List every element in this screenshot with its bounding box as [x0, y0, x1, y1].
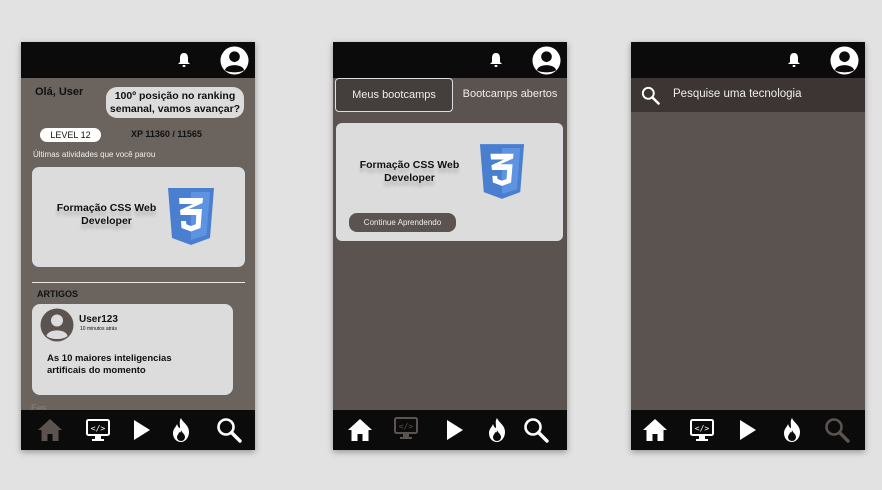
top-bar: [333, 42, 567, 78]
profile-avatar-icon[interactable]: [220, 46, 249, 75]
nav-fire-icon[interactable]: [168, 417, 194, 443]
nav-search-icon[interactable]: [523, 417, 549, 443]
top-bar: [21, 42, 255, 78]
bottom-nav: [333, 410, 567, 450]
nav-code-monitor-icon[interactable]: [85, 417, 111, 443]
profile-avatar-icon[interactable]: [532, 46, 561, 75]
article-author: User123: [79, 314, 118, 325]
nav-play-icon[interactable]: [734, 417, 760, 443]
user-avatar-icon: [40, 308, 74, 342]
xp-progress: XP 11360 / 11565: [131, 129, 202, 139]
articles-heading: ARTIGOS: [37, 289, 79, 299]
nav-play-icon[interactable]: [441, 417, 467, 443]
nav-search-icon[interactable]: [824, 417, 850, 443]
tab-open-bootcamps[interactable]: Bootcamps abertos: [455, 78, 565, 112]
nav-fire-icon[interactable]: [484, 417, 510, 443]
nav-home-icon[interactable]: [642, 417, 668, 443]
article-time: 10 minutos atrás: [80, 326, 117, 332]
nav-home-icon[interactable]: [347, 417, 373, 443]
ranking-bubble: 100º posição no ranking semanal, vamos a…: [106, 87, 244, 118]
course-card[interactable]: Formação CSS Web Developer Continue Apre…: [336, 123, 563, 241]
tab-my-bootcamps[interactable]: Meus bootcamps: [335, 78, 453, 112]
article-title: As 10 maiores inteligencias artificais d…: [47, 353, 172, 376]
screen-search: Pesquise uma tecnologia: [631, 42, 865, 450]
nav-search-icon[interactable]: [216, 417, 242, 443]
divider: [32, 282, 245, 283]
search-input[interactable]: Pesquise uma tecnologia: [673, 88, 802, 100]
screen-home: Olá, User 100º posição no ranking semana…: [21, 42, 255, 450]
level-badge: LEVEL 12: [40, 128, 101, 142]
last-activities-label: Últimas atividades que você parou: [33, 150, 156, 159]
screen-bootcamps: Meus bootcamps Bootcamps abertos Formaçã…: [333, 42, 567, 450]
bottom-nav: [631, 410, 865, 450]
article-card[interactable]: User123 10 minutos atrás As 10 maiores i…: [32, 304, 233, 395]
nav-fire-icon[interactable]: [779, 417, 805, 443]
css3-logo-icon: [166, 188, 216, 245]
nav-home-icon[interactable]: [37, 417, 63, 443]
continue-learning-button[interactable]: Continue Aprendendo: [349, 213, 456, 232]
profile-avatar-icon[interactable]: [830, 46, 859, 75]
greeting: Olá, User: [35, 86, 84, 98]
course-card[interactable]: Formação CSS Web Developer: [32, 167, 245, 267]
course-title: Formação CSS Web Developer: [359, 159, 460, 184]
bell-icon[interactable]: [489, 52, 503, 68]
search-bar[interactable]: Pesquise uma tecnologia: [631, 78, 865, 112]
bottom-nav: [21, 410, 255, 450]
course-title: Formação CSS Web Developer: [56, 202, 157, 227]
bell-icon[interactable]: [177, 52, 191, 68]
search-icon: [641, 86, 660, 105]
top-bar: [631, 42, 865, 78]
bell-icon[interactable]: [787, 52, 801, 68]
css3-logo-icon: [478, 144, 526, 199]
nav-code-monitor-icon[interactable]: [689, 417, 715, 443]
nav-play-icon[interactable]: [128, 417, 154, 443]
nav-code-monitor-icon[interactable]: [393, 415, 419, 441]
